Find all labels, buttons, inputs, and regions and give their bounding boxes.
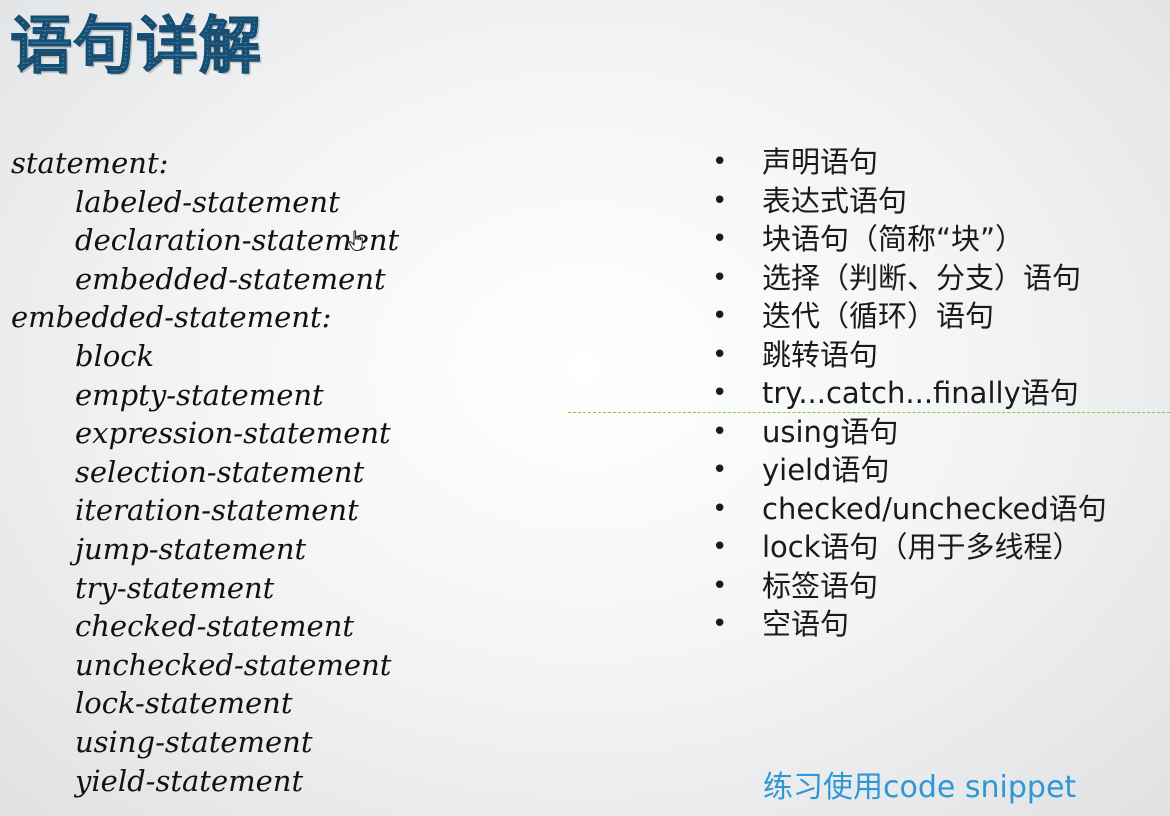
grammar-production: checked-statement	[75, 609, 355, 644]
grammar-list: statement: labeled-statement declaration…	[11, 144, 399, 800]
grammar-production: lock-statement	[75, 686, 293, 721]
list-item: • 标签语句	[712, 567, 1107, 606]
list-item: • 块语句（简称“块”）	[712, 220, 1107, 259]
list-item: • try...catch...finally语句	[712, 374, 1107, 413]
list-item-label: 块语句（简称“块”）	[762, 222, 1025, 256]
hand-pointer-icon	[348, 230, 363, 251]
grammar-production: yield-statement	[75, 763, 304, 798]
list-item: • 选择（判断、分支）语句	[712, 259, 1107, 298]
grammar-production: iteration-statement	[75, 493, 359, 528]
list-item: • yield语句	[712, 451, 1107, 490]
list-item-label: 跳转语句	[762, 337, 879, 372]
grammar-production: try-statement	[75, 570, 275, 605]
statement-type-list: • 声明语句 • 表达式语句 • 块语句（简称“块”） • 选择（判断、分支）语句 • 迭…	[712, 143, 1107, 644]
list-item-label: 迭代（循环）语句	[762, 299, 995, 333]
bullet-icon: •	[712, 262, 728, 293]
list-item-label: 空语句	[762, 607, 850, 641]
list-item: • 空语句	[712, 605, 1107, 644]
bullet-icon: •	[712, 339, 728, 370]
list-item-label: yield语句	[762, 453, 890, 487]
grammar-production: labeled-statement	[75, 184, 340, 219]
list-item: • 表达式语句	[712, 182, 1107, 221]
bullet-icon: •	[712, 224, 728, 254]
bullet-icon: •	[712, 416, 728, 447]
grammar-production: unchecked-statement	[75, 647, 392, 682]
slide: 语句详解 statement: labeled-statement declar…	[0, 0, 1170, 816]
list-item: • 跳转语句	[712, 336, 1107, 375]
bullet-icon: •	[712, 378, 728, 408]
bullet-icon: •	[712, 609, 728, 639]
list-item-label: 标签语句	[762, 568, 879, 603]
bullet-icon: •	[712, 532, 728, 562]
list-item: • 声明语句	[712, 143, 1107, 182]
list-item-label: checked/unchecked语句	[762, 491, 1107, 526]
bullet-icon: •	[712, 493, 728, 524]
bullet-icon: •	[712, 455, 728, 485]
code-snippet-link[interactable]: 练习使用code snippet	[763, 762, 1076, 806]
grammar-production: declaration-statement	[75, 223, 400, 258]
grammar-production: empty-statement	[75, 377, 324, 412]
dashed-divider	[568, 412, 1170, 413]
list-item: • using语句	[712, 413, 1107, 452]
grammar-production: embedded-statement	[75, 261, 386, 296]
grammar-production: using-statement	[75, 724, 313, 759]
bullet-icon: •	[712, 570, 728, 601]
grammar-production: selection-statement	[75, 454, 365, 489]
bullet-icon: •	[712, 185, 728, 216]
list-item: • checked/unchecked语句	[712, 490, 1107, 529]
list-item: • lock语句（用于多线程）	[712, 528, 1107, 567]
grammar-production: jump-statement	[75, 531, 307, 566]
list-item-label: lock语句（用于多线程）	[762, 530, 1082, 564]
list-item-label: 选择（判断、分支）语句	[762, 260, 1082, 295]
list-item: • 迭代（循环）语句	[712, 297, 1107, 336]
slide-title: 语句详解	[9, 6, 262, 86]
list-item-label: try...catch...finally语句	[762, 376, 1079, 410]
grammar-production: expression-statement	[75, 416, 391, 451]
grammar-rule: statement:	[11, 146, 169, 180]
list-item-label: using语句	[762, 414, 899, 449]
bullet-icon: •	[712, 301, 728, 331]
grammar-production: block	[75, 338, 155, 373]
grammar-rule: embedded-statement:	[11, 300, 332, 335]
list-item-label: 声明语句	[762, 145, 879, 179]
bullet-icon: •	[712, 147, 728, 177]
list-item-label: 表达式语句	[762, 183, 908, 218]
